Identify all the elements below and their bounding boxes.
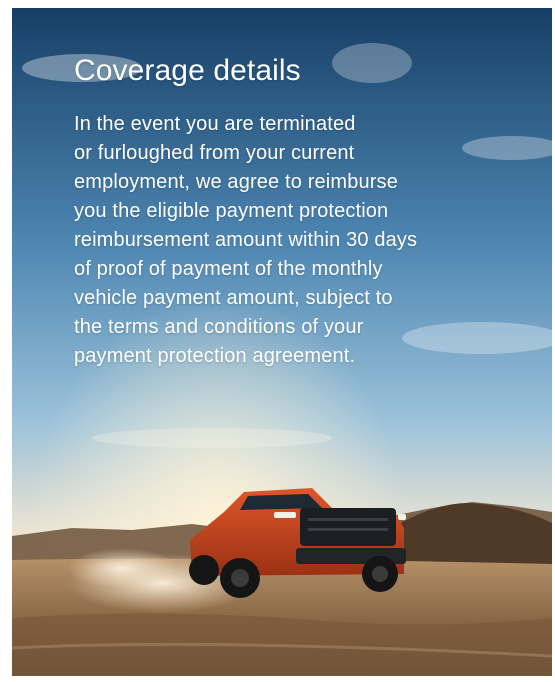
description-line: payment protection agreement.	[74, 345, 356, 367]
description-line: reimbursement amount within 30 days	[74, 229, 418, 251]
description-line: employment, we agree to reimburse	[74, 171, 398, 193]
coverage-title: Coverage details	[74, 54, 301, 87]
description-line: of proof of payment of the monthly	[74, 258, 383, 280]
coverage-copy: Coverage details In the event you are te…	[74, 52, 504, 371]
description-line: In the event you are terminated	[74, 113, 356, 135]
description-line: vehicle payment amount, subject to	[74, 287, 393, 309]
description-line: the terms and conditions of your	[74, 316, 364, 338]
coverage-description: In the event you are terminated or furlo…	[74, 110, 504, 371]
description-line: or furloughed from your current	[74, 142, 355, 164]
coverage-hero: Coverage details In the event you are te…	[12, 8, 552, 676]
description-line: you the eligible payment protection	[74, 200, 389, 222]
